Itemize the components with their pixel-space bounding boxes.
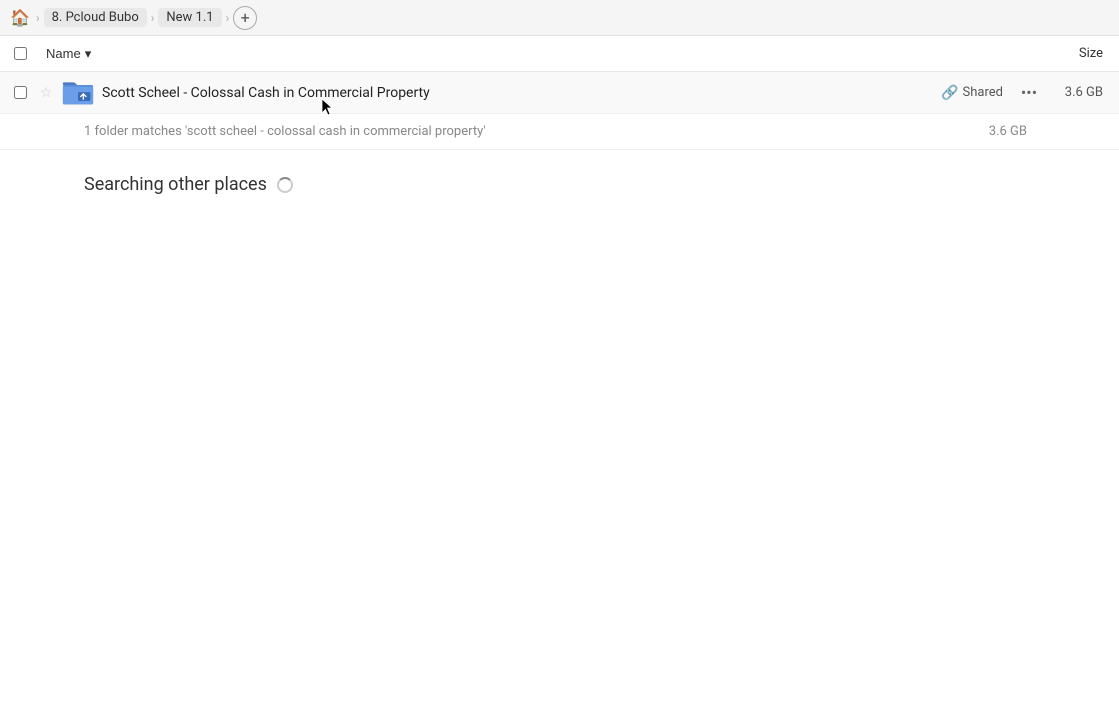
link-icon: 🔗 (941, 85, 958, 101)
home-button[interactable]: 🏠 (8, 6, 32, 30)
file-size: 3.6 GB (1051, 85, 1111, 100)
searching-text: Searching other places (84, 174, 267, 195)
add-tab-button[interactable]: + (233, 6, 257, 30)
match-count-text: 1 folder matches 'scott scheel - colossa… (84, 124, 989, 139)
file-name[interactable]: Scott Scheel - Colossal Cash in Commerci… (102, 85, 941, 101)
file-row: ☆ Scott Scheel - Colossal Cash in Commer… (0, 72, 1119, 114)
column-header: Name ▾ Size (0, 36, 1119, 72)
file-checkbox[interactable] (14, 86, 27, 99)
breadcrumb-new-1-1[interactable]: New 1.1 (158, 8, 221, 27)
size-column-header: Size (1079, 46, 1111, 61)
more-options-button[interactable]: ••• (1015, 79, 1043, 107)
file-star-button[interactable]: ☆ (36, 83, 56, 103)
breadcrumb-separator-3: › (226, 11, 230, 25)
breadcrumb-pcloud-bubo[interactable]: 8. Pcloud Bubo (44, 8, 147, 27)
shared-badge[interactable]: 🔗 Shared (941, 85, 1003, 101)
shared-label: Shared (963, 85, 1003, 100)
breadcrumb-separator-1: › (36, 11, 40, 25)
match-count-row: 1 folder matches 'scott scheel - colossa… (0, 114, 1119, 150)
select-all-checkbox-container[interactable] (8, 42, 32, 66)
name-column-label: Name (46, 46, 81, 61)
select-all-checkbox[interactable] (14, 47, 27, 60)
breadcrumb-separator-2: › (151, 11, 155, 25)
match-count-size: 3.6 GB (989, 124, 1035, 139)
searching-section: Searching other places (0, 150, 1119, 219)
file-checkbox-container[interactable] (8, 81, 32, 105)
name-column-header[interactable]: Name ▾ (40, 44, 97, 64)
breadcrumb-bar: 🏠 › 8. Pcloud Bubo › New 1.1 › + (0, 0, 1119, 36)
sort-icon: ▾ (85, 46, 92, 62)
searching-spinner (277, 177, 293, 193)
more-icon: ••• (1021, 83, 1037, 102)
folder-icon (62, 77, 94, 109)
